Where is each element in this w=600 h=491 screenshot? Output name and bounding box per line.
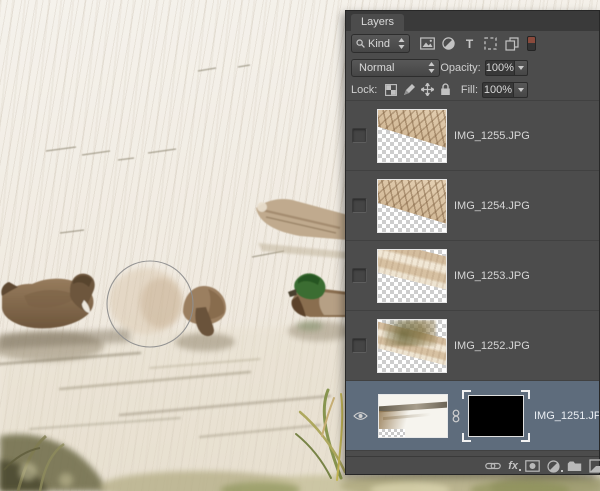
eye-icon (352, 411, 368, 420)
dabbling-duck (183, 286, 226, 337)
stepper-arrows-icon (428, 62, 435, 73)
lock-image-pixels-icon[interactable] (401, 82, 417, 98)
floating-twigs (45, 64, 285, 258)
lock-row: Lock: Fill: 100% (346, 79, 599, 100)
visibility-toggle[interactable] (352, 338, 367, 353)
add-layer-mask-icon[interactable] (525, 460, 540, 472)
blend-mode-row: Normal Opacity: 100% (346, 56, 599, 79)
left-duck (1, 273, 95, 329)
layer-name[interactable]: IMG_1254.JPG (454, 200, 530, 212)
blend-mode-dropdown[interactable]: Normal (351, 58, 441, 77)
opacity-value-field[interactable]: 100% (484, 59, 515, 76)
layer-row-img1255[interactable]: IMG_1255.JPG (346, 101, 599, 171)
layer-thumbnail[interactable] (377, 108, 447, 163)
lock-position-icon[interactable] (419, 82, 435, 98)
healing-smudge (109, 268, 183, 334)
adjustment-layers-filter-icon[interactable] (440, 35, 457, 52)
duck-reflection (175, 333, 235, 351)
lock-icons (381, 82, 453, 98)
fill-dropdown-button[interactable] (514, 81, 528, 98)
new-layer-icon[interactable] (589, 459, 600, 473)
layer-thumbnail[interactable] (377, 318, 447, 373)
layer-row-img1253[interactable]: IMG_1253.JPG (346, 241, 599, 311)
layers-panel: Layers Kind T Normal Opacity: 100% Lock:… (345, 10, 600, 475)
panel-bottom-bar: fx (346, 456, 600, 475)
mask-link-icon[interactable] (452, 409, 460, 423)
layer-name[interactable]: IMG_1251.JPG (534, 410, 599, 422)
layer-thumbnail[interactable] (377, 178, 447, 233)
filter-kind-dropdown[interactable]: Kind (351, 34, 410, 53)
shape-layers-filter-icon[interactable] (482, 35, 499, 52)
layer-name[interactable]: IMG_1253.JPG (454, 270, 530, 282)
layer-name[interactable]: IMG_1255.JPG (454, 130, 530, 142)
type-glyph: T (465, 36, 474, 51)
panel-tab-bar: Layers (346, 11, 599, 31)
filter-kind-label: Kind (368, 37, 391, 50)
layer-mask-thumbnail[interactable] (462, 389, 530, 442)
type-layers-filter-icon[interactable]: T (461, 35, 478, 52)
layer-style-icon[interactable]: fx (508, 459, 521, 472)
layer-filtering-toggle[interactable] (527, 36, 536, 51)
layer-thumbnail[interactable] (377, 248, 447, 303)
resting-duck (256, 199, 348, 259)
fill-label: Fill: (460, 83, 478, 96)
layer-row-img1251-selected[interactable]: IMG_1251.JPG (346, 381, 599, 451)
stepper-arrows-icon (398, 38, 405, 49)
link-layers-icon[interactable] (485, 461, 502, 471)
new-group-icon[interactable] (567, 460, 582, 472)
lock-all-icon[interactable] (437, 82, 453, 98)
green-reflection (297, 321, 323, 331)
visibility-toggle[interactable] (352, 409, 368, 422)
mask-black-fill (468, 394, 524, 437)
opacity-dropdown-button[interactable] (514, 59, 528, 76)
layer-row-img1254[interactable]: IMG_1254.JPG (346, 171, 599, 241)
blend-mode-value: Normal (359, 61, 395, 74)
pixel-layers-filter-icon[interactable] (419, 35, 436, 52)
visibility-toggle[interactable] (352, 198, 367, 213)
search-icon (356, 39, 365, 48)
layer-thumbnail[interactable] (378, 393, 448, 438)
filter-row: Kind T (346, 31, 599, 56)
opacity-label: Opacity: (440, 61, 481, 74)
tab-layers[interactable]: Layers (351, 14, 405, 31)
visibility-toggle[interactable] (352, 268, 367, 283)
lock-transparent-pixels-icon[interactable] (383, 82, 399, 98)
lock-label: Lock: (351, 83, 378, 96)
new-adjustment-layer-icon[interactable] (547, 459, 563, 473)
fill-value-field[interactable]: 100% (482, 81, 514, 98)
smart-objects-filter-icon[interactable] (503, 35, 520, 52)
fx-label: fx (508, 459, 518, 472)
layer-name[interactable]: IMG_1252.JPG (454, 340, 530, 352)
visibility-toggle[interactable] (352, 128, 367, 143)
layer-list: IMG_1255.JPG IMG_1254.JPG IMG_1253.JPG I… (346, 100, 599, 456)
layer-row-img1252[interactable]: IMG_1252.JPG (346, 311, 599, 381)
mallard-duck (288, 273, 348, 317)
